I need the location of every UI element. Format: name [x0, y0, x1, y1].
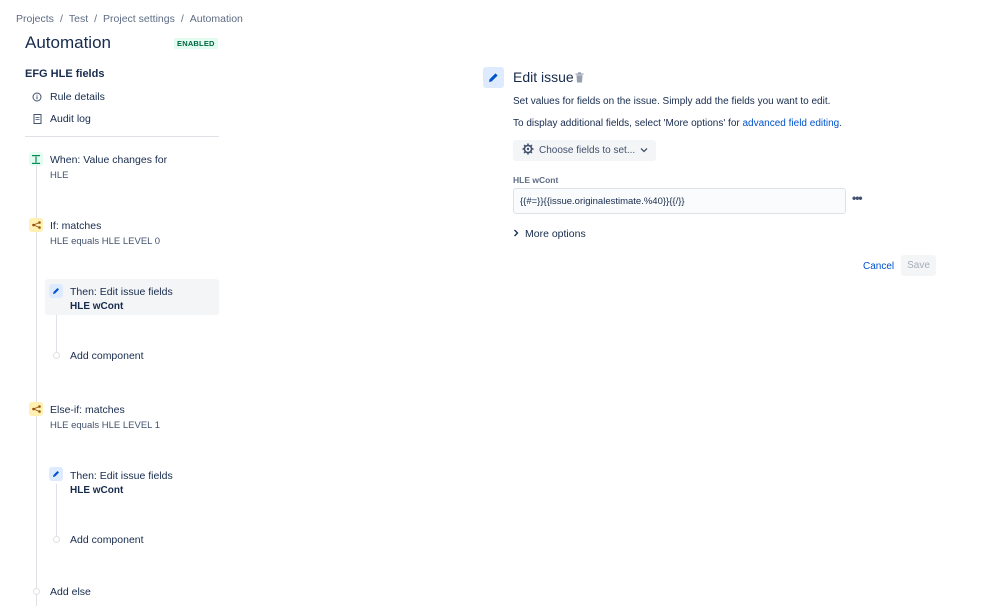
pencil-icon [483, 67, 504, 88]
breadcrumb-automation[interactable]: Automation [190, 13, 243, 25]
info-icon [32, 92, 42, 102]
panel-description-advanced: To display additional fields, select 'Mo… [513, 118, 842, 129]
breadcrumb-separator: / [59, 13, 63, 25]
add-component-dot [53, 352, 60, 359]
breadcrumb: Projects / Test / Project settings / Aut… [16, 13, 243, 25]
hle-wcont-field[interactable] [513, 188, 846, 214]
timeline-branch-line [56, 484, 57, 540]
trigger-title[interactable]: When: Value changes for [50, 154, 167, 166]
cancel-button[interactable]: Cancel [857, 256, 900, 276]
document-icon [32, 114, 42, 124]
pencil-icon [49, 284, 63, 298]
breadcrumb-test[interactable]: Test [69, 13, 88, 25]
sidebar-item-label: Rule details [50, 91, 105, 103]
breadcrumb-projects[interactable]: Projects [16, 13, 54, 25]
add-component-dot [53, 536, 60, 543]
save-button[interactable]: Save [901, 255, 936, 276]
more-actions-icon[interactable]: ••• [852, 191, 863, 205]
sidebar-item-audit-log[interactable]: Audit log [32, 113, 91, 125]
then-action-subtitle: HLE wCont [70, 485, 124, 496]
if-condition-title[interactable]: If: matches [50, 220, 101, 232]
if-condition-subtitle: HLE equals HLE LEVEL 0 [50, 236, 161, 247]
add-component-button[interactable]: Add component [70, 350, 144, 362]
then-action-subtitle: HLE wCont [70, 301, 124, 312]
panel-description: Set values for fields on the issue. Simp… [513, 96, 831, 107]
sidebar-divider [25, 136, 219, 137]
rule-name: EFG HLE fields [25, 68, 105, 80]
gear-icon [522, 143, 534, 158]
choose-fields-button[interactable]: Choose fields to set... [513, 140, 656, 161]
then-action-title[interactable]: Then: Edit issue fields [70, 470, 173, 482]
trash-icon[interactable] [575, 72, 584, 83]
sidebar-item-rule-details[interactable]: Rule details [32, 91, 105, 103]
chevron-right-icon [513, 228, 519, 240]
choose-fields-label: Choose fields to set... [539, 145, 636, 156]
add-else-dot [33, 588, 40, 595]
pencil-icon [49, 467, 63, 481]
add-component-button[interactable]: Add component [70, 534, 144, 546]
add-else-button[interactable]: Add else [50, 586, 91, 598]
trigger-subtitle: HLE [50, 170, 69, 181]
chevron-down-icon [640, 145, 648, 156]
condition-branch-icon [29, 218, 43, 232]
status-badge: ENABLED [174, 38, 218, 49]
more-options-label: More options [525, 228, 586, 240]
condition-branch-icon [29, 402, 43, 416]
else-if-condition-subtitle: HLE equals HLE LEVEL 1 [50, 420, 161, 431]
advanced-field-editing-link[interactable]: advanced field editing [743, 118, 840, 129]
else-if-condition-title[interactable]: Else-if: matches [50, 404, 125, 416]
sidebar-item-label: Audit log [50, 113, 91, 125]
description-text: . [839, 118, 843, 129]
more-options-toggle[interactable]: More options [513, 228, 586, 240]
field-label: HLE wCont [513, 175, 559, 185]
panel-title: Edit issue [513, 69, 574, 85]
trigger-icon [29, 152, 43, 166]
description-text: To display additional fields, select 'Mo… [513, 118, 743, 129]
then-action-title[interactable]: Then: Edit issue fields [70, 286, 173, 298]
timeline-line [36, 166, 37, 606]
breadcrumb-separator: / [94, 13, 98, 25]
breadcrumb-project-settings[interactable]: Project settings [103, 13, 175, 25]
page-title: Automation [25, 33, 111, 52]
breadcrumb-separator: / [180, 13, 184, 25]
